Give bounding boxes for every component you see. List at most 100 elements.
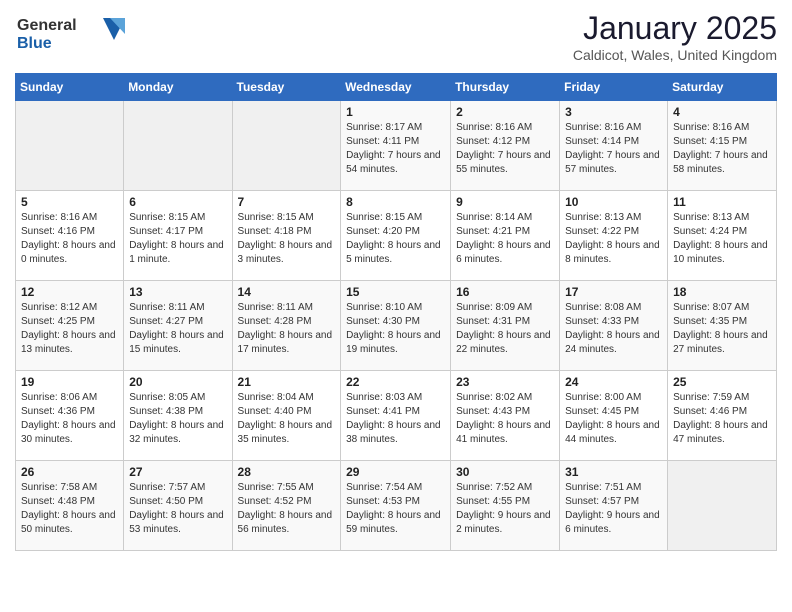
day-number: 8: [346, 195, 445, 209]
day-info: Sunrise: 7:55 AM Sunset: 4:52 PM Dayligh…: [238, 481, 336, 537]
day-info: Sunrise: 8:17 AM Sunset: 4:11 PM Dayligh…: [346, 121, 445, 177]
calendar-cell: 6 Sunrise: 8:15 AM Sunset: 4:17 PM Daylig…: [124, 191, 232, 281]
day-number: 2: [456, 105, 554, 119]
day-number: 10: [565, 195, 662, 209]
svg-text:General: General: [17, 17, 77, 34]
day-info: Sunrise: 8:04 AM Sunset: 4:40 PM Dayligh…: [238, 391, 336, 447]
calendar-cell: 10 Sunrise: 8:13 AM Sunset: 4:22 PM Dayli…: [560, 191, 668, 281]
day-info: Sunrise: 8:16 AM Sunset: 4:16 PM Dayligh…: [21, 211, 118, 267]
day-number: 28: [238, 465, 336, 479]
calendar-cell: 3 Sunrise: 8:16 AM Sunset: 4:14 PM Daylig…: [560, 101, 668, 191]
calendar-cell: 22 Sunrise: 8:03 AM Sunset: 4:41 PM Dayli…: [341, 371, 451, 461]
calendar-cell: 4 Sunrise: 8:16 AM Sunset: 4:15 PM Daylig…: [668, 101, 777, 191]
day-info: Sunrise: 8:03 AM Sunset: 4:41 PM Dayligh…: [346, 391, 445, 447]
day-number: 4: [673, 105, 771, 119]
title-block: January 2025 Caldicot, Wales, United Kin…: [573, 10, 777, 63]
day-info: Sunrise: 8:15 AM Sunset: 4:18 PM Dayligh…: [238, 211, 336, 267]
calendar-cell: 14Sunrise: 8:11 AM Sunset: 4:28 PM Dayli…: [232, 281, 341, 371]
day-number: 18: [673, 285, 771, 299]
calendar-cell: 5Sunrise: 8:16 AM Sunset: 4:16 PM Daylig…: [16, 191, 124, 281]
week-row-2: 12 Sunrise: 8:12 AM Sunset: 4:25 PM Dayli…: [16, 281, 777, 371]
day-info: Sunrise: 8:07 AM Sunset: 4:35 PM Dayligh…: [673, 301, 771, 357]
weekday-header-tuesday: Tuesday: [232, 74, 341, 101]
calendar-cell: 31 Sunrise: 7:51 AM Sunset: 4:57 PM Dayli…: [560, 461, 668, 551]
day-number: 26: [21, 465, 118, 479]
calendar-cell: 18 Sunrise: 8:07 AM Sunset: 4:35 PM Dayli…: [668, 281, 777, 371]
day-info: Sunrise: 7:57 AM Sunset: 4:50 PM Dayligh…: [129, 481, 226, 537]
day-info: Sunrise: 8:15 AM Sunset: 4:17 PM Dayligh…: [129, 211, 226, 267]
location: Caldicot, Wales, United Kingdom: [573, 47, 777, 63]
month-title: January 2025: [573, 10, 777, 47]
calendar-cell: 12 Sunrise: 8:12 AM Sunset: 4:25 PM Dayli…: [16, 281, 124, 371]
calendar-cell: [124, 101, 232, 191]
day-info: Sunrise: 8:15 AM Sunset: 4:20 PM Dayligh…: [346, 211, 445, 267]
page: General Blue January 2025 Caldicot, Wale…: [0, 0, 792, 561]
day-info: Sunrise: 8:10 AM Sunset: 4:30 PM Dayligh…: [346, 301, 445, 357]
day-number: 25: [673, 375, 771, 389]
calendar: SundayMondayTuesdayWednesdayThursdayFrid…: [15, 73, 777, 551]
day-number: 7: [238, 195, 336, 209]
week-row-0: 1 Sunrise: 8:17 AM Sunset: 4:11 PM Daylig…: [16, 101, 777, 191]
day-number: 20: [129, 375, 226, 389]
calendar-cell: 20 Sunrise: 8:05 AM Sunset: 4:38 PM Dayli…: [124, 371, 232, 461]
day-info: Sunrise: 8:16 AM Sunset: 4:15 PM Dayligh…: [673, 121, 771, 177]
calendar-cell: 25 Sunrise: 7:59 AM Sunset: 4:46 PM Dayli…: [668, 371, 777, 461]
day-info: Sunrise: 8:16 AM Sunset: 4:12 PM Dayligh…: [456, 121, 554, 177]
day-info: Sunrise: 8:16 AM Sunset: 4:14 PM Dayligh…: [565, 121, 662, 177]
day-info: Sunrise: 7:54 AM Sunset: 4:53 PM Dayligh…: [346, 481, 445, 537]
day-number: 6: [129, 195, 226, 209]
calendar-cell: 13 Sunrise: 8:11 AM Sunset: 4:27 PM Dayli…: [124, 281, 232, 371]
logo-icon: General Blue: [15, 10, 125, 54]
day-number: 13: [129, 285, 226, 299]
calendar-cell: 15Sunrise: 8:10 AM Sunset: 4:30 PM Dayli…: [341, 281, 451, 371]
day-number: 24: [565, 375, 662, 389]
day-number: 11: [673, 195, 771, 209]
day-info: Sunrise: 8:05 AM Sunset: 4:38 PM Dayligh…: [129, 391, 226, 447]
day-info: Sunrise: 7:59 AM Sunset: 4:46 PM Dayligh…: [673, 391, 771, 447]
day-info: Sunrise: 7:52 AM Sunset: 4:55 PM Dayligh…: [456, 481, 554, 537]
weekday-header-thursday: Thursday: [451, 74, 560, 101]
weekday-header-sunday: Sunday: [16, 74, 124, 101]
day-info: Sunrise: 7:58 AM Sunset: 4:48 PM Dayligh…: [21, 481, 118, 537]
day-info: Sunrise: 7:51 AM Sunset: 4:57 PM Dayligh…: [565, 481, 662, 537]
day-info: Sunrise: 8:12 AM Sunset: 4:25 PM Dayligh…: [21, 301, 118, 357]
day-number: 29: [346, 465, 445, 479]
day-number: 12: [21, 285, 118, 299]
calendar-cell: 16Sunrise: 8:09 AM Sunset: 4:31 PM Dayli…: [451, 281, 560, 371]
day-number: 30: [456, 465, 554, 479]
calendar-cell: 26 Sunrise: 7:58 AM Sunset: 4:48 PM Dayli…: [16, 461, 124, 551]
day-info: Sunrise: 8:00 AM Sunset: 4:45 PM Dayligh…: [565, 391, 662, 447]
day-number: 31: [565, 465, 662, 479]
calendar-cell: 29 Sunrise: 7:54 AM Sunset: 4:53 PM Dayli…: [341, 461, 451, 551]
day-number: 23: [456, 375, 554, 389]
calendar-cell: 11Sunrise: 8:13 AM Sunset: 4:24 PM Dayli…: [668, 191, 777, 281]
calendar-cell: 9Sunrise: 8:14 AM Sunset: 4:21 PM Daylig…: [451, 191, 560, 281]
calendar-cell: 1 Sunrise: 8:17 AM Sunset: 4:11 PM Daylig…: [341, 101, 451, 191]
day-info: Sunrise: 8:14 AM Sunset: 4:21 PM Dayligh…: [456, 211, 554, 267]
day-number: 14: [238, 285, 336, 299]
day-number: 3: [565, 105, 662, 119]
week-row-4: 26 Sunrise: 7:58 AM Sunset: 4:48 PM Dayli…: [16, 461, 777, 551]
header: General Blue January 2025 Caldicot, Wale…: [15, 10, 777, 63]
day-info: Sunrise: 8:08 AM Sunset: 4:33 PM Dayligh…: [565, 301, 662, 357]
day-info: Sunrise: 8:06 AM Sunset: 4:36 PM Dayligh…: [21, 391, 118, 447]
weekday-header-saturday: Saturday: [668, 74, 777, 101]
day-number: 1: [346, 105, 445, 119]
day-info: Sunrise: 8:11 AM Sunset: 4:27 PM Dayligh…: [129, 301, 226, 357]
day-number: 27: [129, 465, 226, 479]
day-number: 22: [346, 375, 445, 389]
calendar-cell: [16, 101, 124, 191]
calendar-cell: 28 Sunrise: 7:55 AM Sunset: 4:52 PM Dayli…: [232, 461, 341, 551]
calendar-cell: 30 Sunrise: 7:52 AM Sunset: 4:55 PM Dayli…: [451, 461, 560, 551]
day-info: Sunrise: 8:02 AM Sunset: 4:43 PM Dayligh…: [456, 391, 554, 447]
calendar-cell: 17Sunrise: 8:08 AM Sunset: 4:33 PM Dayli…: [560, 281, 668, 371]
calendar-cell: 21Sunrise: 8:04 AM Sunset: 4:40 PM Dayli…: [232, 371, 341, 461]
calendar-cell: 2 Sunrise: 8:16 AM Sunset: 4:12 PM Daylig…: [451, 101, 560, 191]
weekday-header-row: SundayMondayTuesdayWednesdayThursdayFrid…: [16, 74, 777, 101]
day-number: 16: [456, 285, 554, 299]
week-row-1: 5Sunrise: 8:16 AM Sunset: 4:16 PM Daylig…: [16, 191, 777, 281]
day-number: 19: [21, 375, 118, 389]
calendar-cell: 7 Sunrise: 8:15 AM Sunset: 4:18 PM Daylig…: [232, 191, 341, 281]
logo-text: General Blue: [15, 10, 125, 59]
day-info: Sunrise: 8:13 AM Sunset: 4:22 PM Dayligh…: [565, 211, 662, 267]
